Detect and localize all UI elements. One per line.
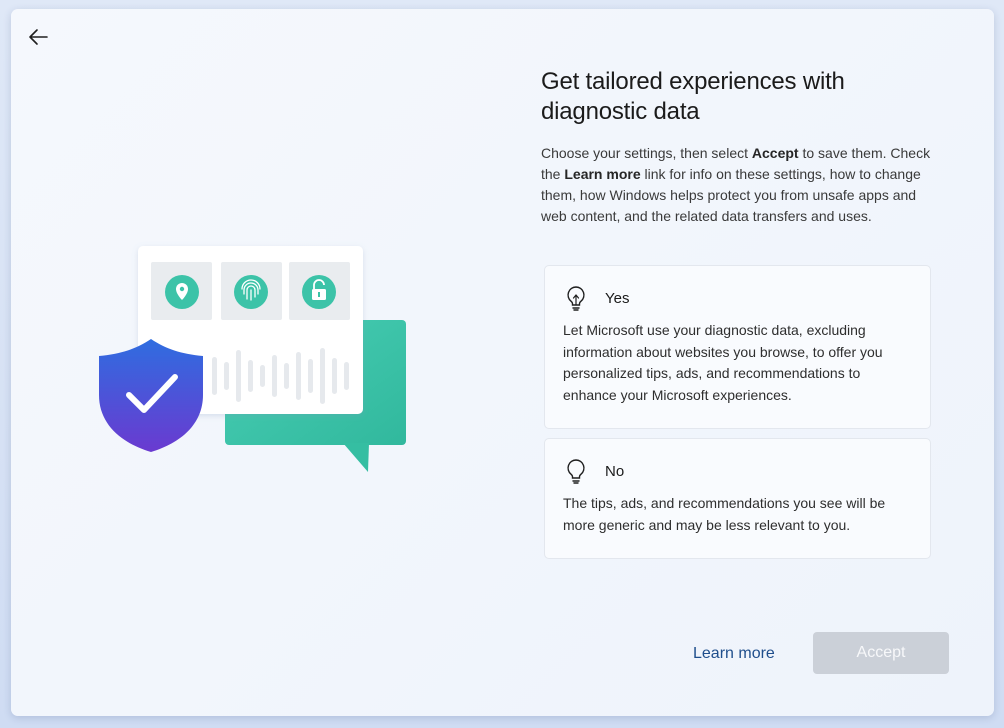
back-button[interactable] bbox=[23, 23, 53, 51]
description-accept-bold: Accept bbox=[751, 145, 799, 161]
learn-more-link[interactable]: Learn more bbox=[693, 645, 775, 663]
lightbulb-on-icon bbox=[563, 284, 589, 312]
page-title: Get tailored experiences with diagnostic… bbox=[541, 68, 845, 125]
unlock-icon bbox=[302, 275, 336, 309]
accept-button[interactable]: Accept bbox=[813, 632, 949, 674]
fingerprint-icon bbox=[234, 275, 268, 309]
option-no-description: The tips, ads, and recommendations you s… bbox=[563, 495, 886, 533]
option-no-title: No bbox=[605, 462, 625, 480]
arrow-left-icon bbox=[29, 29, 48, 45]
option-yes-description: Let Microsoft use your diagnostic data, … bbox=[563, 322, 883, 403]
option-header: No bbox=[563, 457, 912, 485]
description-text: Choose your settings, then select bbox=[541, 145, 752, 161]
oobe-window: Get tailored experiences with diagnostic… bbox=[11, 9, 994, 716]
option-no-card[interactable]: No The tips, ads, and recommendations yo… bbox=[544, 438, 931, 559]
location-pin-icon bbox=[165, 275, 199, 309]
option-yes-card[interactable]: Yes Let Microsoft use your diagnostic da… bbox=[544, 265, 931, 429]
privacy-illustration bbox=[99, 246, 406, 472]
option-yes-title: Yes bbox=[605, 289, 630, 307]
lightbulb-off-icon bbox=[563, 457, 589, 485]
shield-check-icon bbox=[99, 339, 203, 452]
page-description: Choose your settings, then select Accept… bbox=[541, 143, 941, 227]
content-panel: Get tailored experiences with diagnostic… bbox=[541, 67, 941, 227]
option-header: Yes bbox=[563, 284, 912, 312]
description-learn-more-bold: Learn more bbox=[564, 166, 641, 182]
